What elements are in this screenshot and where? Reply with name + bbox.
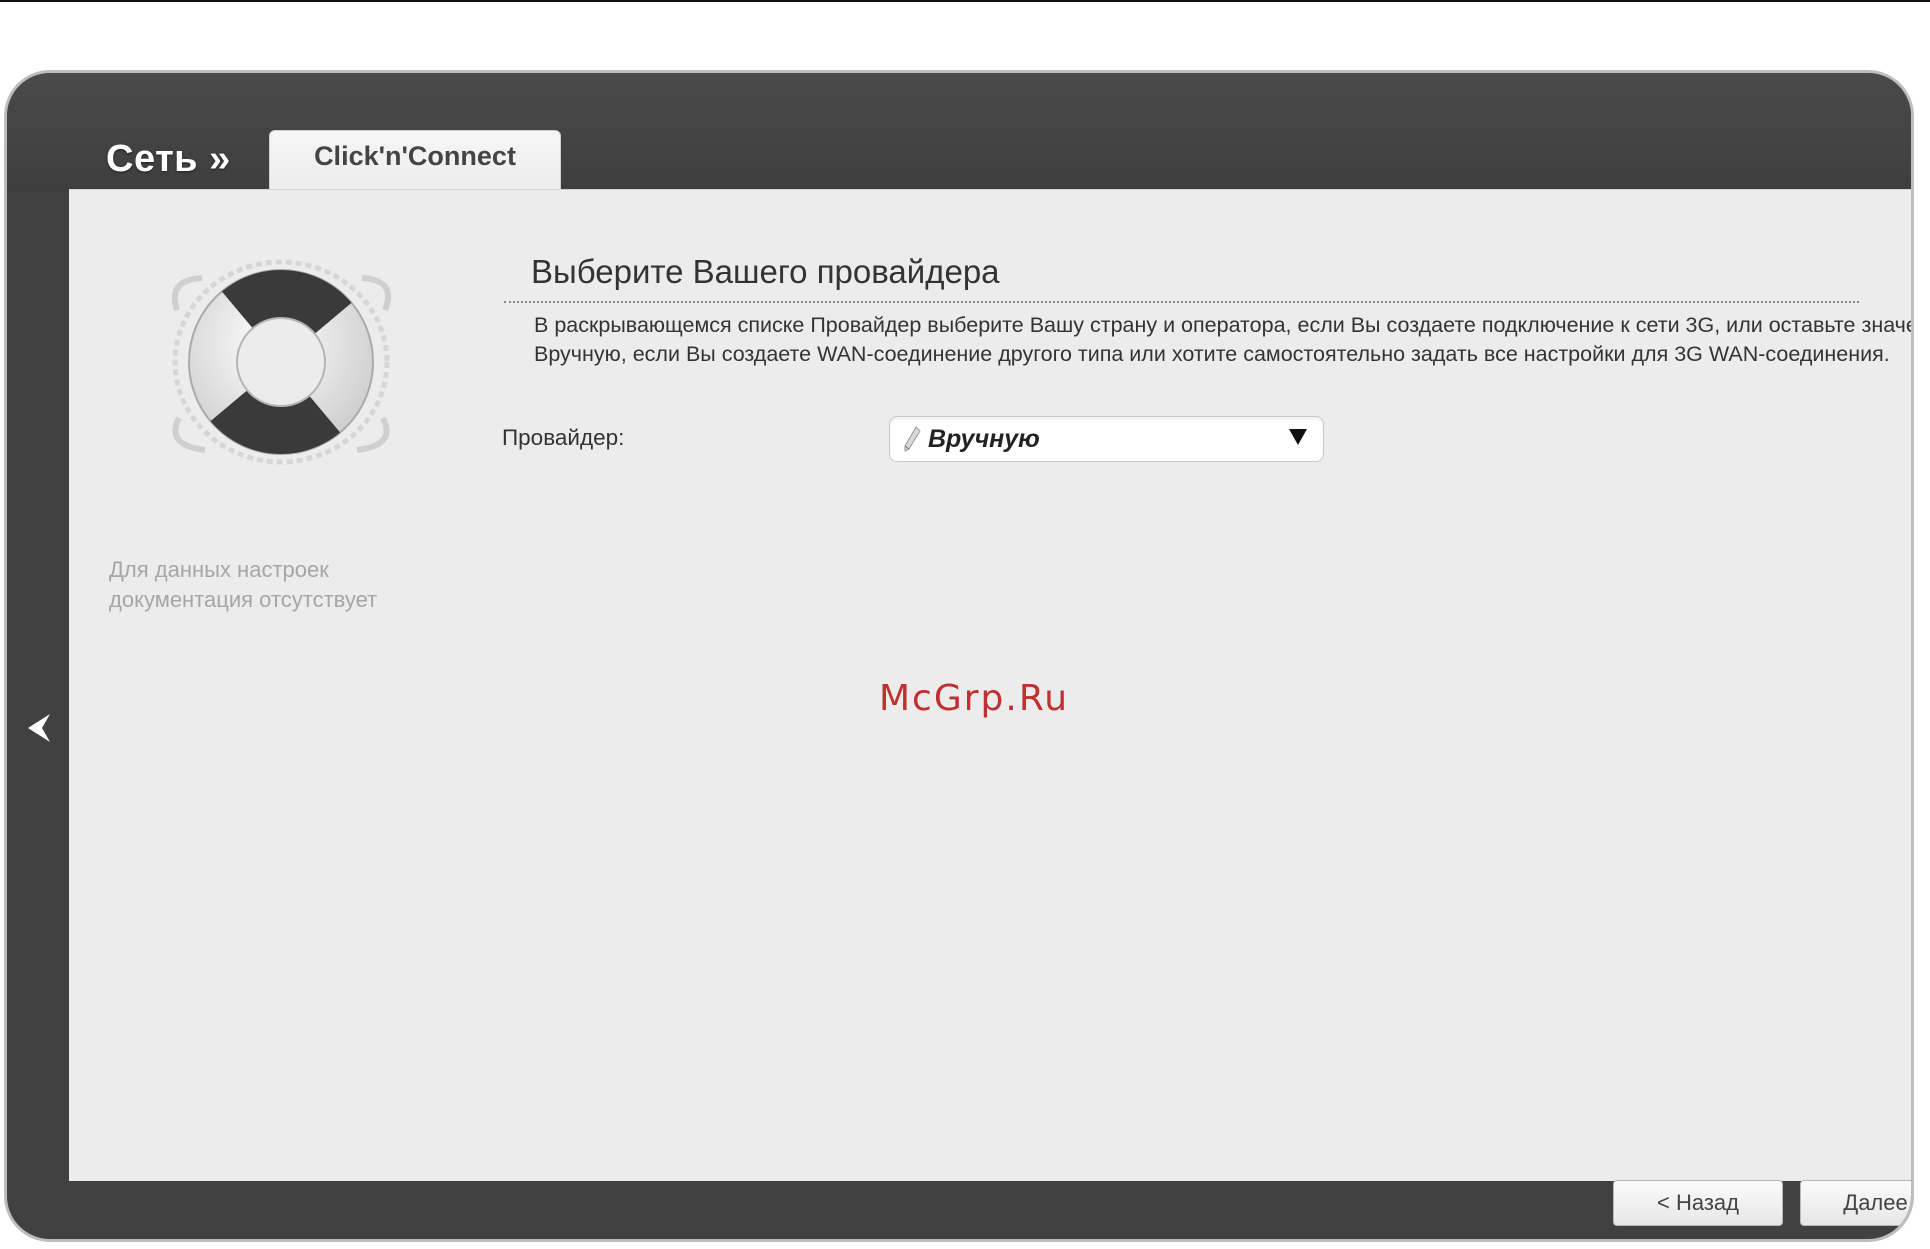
watermark: McGrp.Ru	[879, 678, 1070, 719]
chevron-down-icon	[1289, 429, 1307, 445]
help-note: Для данных настроек документация отсутст…	[109, 557, 378, 612]
chevron-left-icon	[28, 714, 50, 742]
lifebuoy-icon	[171, 259, 392, 465]
pencil-icon	[904, 426, 921, 452]
content-panel: Для данных настроек документация отсутст…	[69, 189, 1914, 1226]
page-title: Выберите Вашего провайдера	[531, 253, 1000, 290]
heading-divider	[504, 301, 1859, 303]
section-title[interactable]: Сеть »	[106, 138, 231, 181]
sidebar-collapse-button[interactable]	[19, 703, 59, 753]
back-button[interactable]: < Назад	[1613, 1180, 1783, 1226]
router-ui-frame: Сеть » Click'n'Connect Для данных настро…	[4, 70, 1914, 1242]
tab-label: Click'n'Connect	[314, 140, 516, 171]
provider-label: Провайдер:	[502, 425, 625, 450]
description-text: В раскрывающемся списке Провайдер выбери…	[534, 313, 1914, 366]
next-button[interactable]: Далее >	[1800, 1180, 1911, 1226]
top-rule	[0, 0, 1930, 2]
tab-clicknconnect[interactable]: Click'n'Connect	[269, 130, 561, 195]
provider-select[interactable]: Вручную	[889, 416, 1324, 462]
provider-selected-value: Вручную	[928, 424, 1040, 453]
